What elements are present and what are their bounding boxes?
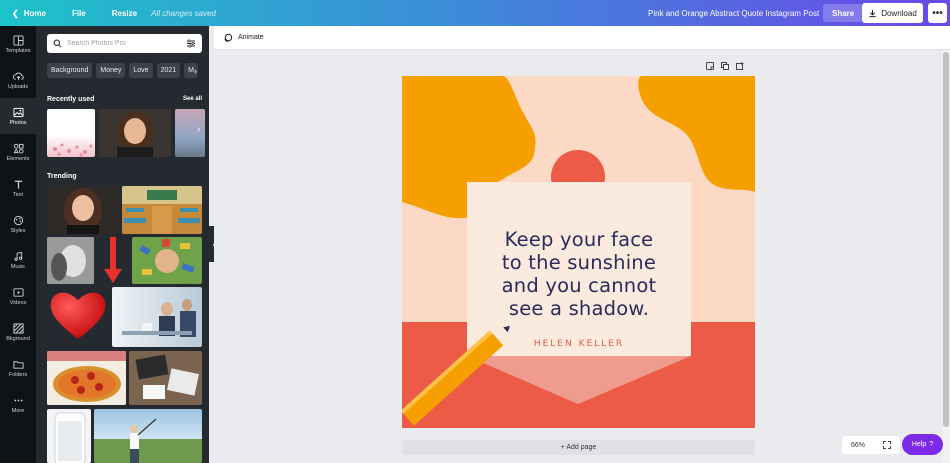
text-icon xyxy=(14,180,22,189)
quote-author[interactable]: HELEN KELLER xyxy=(467,339,691,349)
rail-item-templates[interactable]: Templates xyxy=(0,26,36,62)
red-heart-image[interactable] xyxy=(47,287,109,342)
filter-icon[interactable] xyxy=(186,39,196,48)
chip-2021[interactable]: 2021 xyxy=(156,63,181,78)
add-page-icon[interactable] xyxy=(736,62,744,70)
hands-circle-image xyxy=(139,239,195,275)
rail-item-styles[interactable]: Styles xyxy=(0,206,36,242)
photo-thumbnail[interactable] xyxy=(47,351,126,405)
zoom-level[interactable]: 66% xyxy=(851,442,865,449)
page-tools xyxy=(706,62,744,70)
desk-laptop-image xyxy=(129,351,202,405)
rail-item-uploads[interactable]: Uploads xyxy=(0,62,36,98)
add-page-button[interactable]: + Add page xyxy=(402,440,755,455)
woman-portrait-image xyxy=(117,111,153,157)
download-icon xyxy=(869,9,876,17)
keyword-chips: Background Money Love 2021 M xyxy=(47,63,198,78)
photo-thumbnail[interactable] xyxy=(122,186,202,234)
duplicate-page-icon[interactable] xyxy=(721,62,729,70)
left-rail: Templates Uploads Photos Elements Text S… xyxy=(0,26,36,463)
rail-item-elements[interactable]: Elements xyxy=(0,134,36,170)
templates-icon xyxy=(12,34,24,46)
recently-used-heading: Recently used xyxy=(47,96,95,103)
styles-icon xyxy=(13,215,23,225)
photo-thumbnail[interactable] xyxy=(94,409,202,463)
home-button[interactable]: ❮ Home xyxy=(12,9,46,18)
background-icon xyxy=(12,322,24,334)
uploads-icon xyxy=(12,72,24,80)
more-icon xyxy=(13,399,23,401)
help-button[interactable]: Help ? xyxy=(902,434,943,455)
rail-item-videos[interactable]: Videos xyxy=(0,278,36,314)
arrow-down-image[interactable] xyxy=(102,237,124,284)
music-icon xyxy=(13,251,22,261)
top-bar: ❮ Home File Resize All changes saved Pin… xyxy=(0,0,950,26)
bw-portrait-image xyxy=(47,237,94,284)
quote-text[interactable]: Keep your face to the sunshine and you c… xyxy=(467,228,691,320)
more-options-button[interactable]: ••• xyxy=(928,3,947,23)
quote-line: to the sunshine xyxy=(501,251,657,274)
note-icon[interactable] xyxy=(706,62,714,70)
rail-item-text[interactable]: Text xyxy=(0,170,36,206)
photo-thumbnail[interactable] xyxy=(47,186,119,234)
elements-icon xyxy=(13,143,24,154)
pizza-image xyxy=(47,351,126,405)
chip-love[interactable]: Love xyxy=(129,63,153,78)
rail-item-background[interactable]: Bkground xyxy=(0,314,36,350)
photos-panel: Background Money Love 2021 M › Recently … xyxy=(36,26,209,463)
share-button[interactable]: Share xyxy=(823,4,864,22)
quote-line: Keep your face xyxy=(504,228,654,251)
download-button[interactable]: Download xyxy=(862,3,923,23)
folders-icon xyxy=(12,360,24,369)
search-input[interactable] xyxy=(67,40,181,47)
vertical-scrollbar[interactable] xyxy=(942,50,950,463)
photo-thumbnail[interactable] xyxy=(112,287,202,347)
videos-icon xyxy=(12,287,24,297)
question-icon: ? xyxy=(929,441,934,448)
quote-line: and you cannot xyxy=(501,274,657,297)
photo-thumbnail[interactable] xyxy=(129,351,202,405)
chevron-right-icon[interactable]: › xyxy=(194,63,204,78)
chip-money[interactable]: Money xyxy=(96,63,126,78)
quote-line: see a shadow. xyxy=(508,297,650,320)
rail-item-more[interactable]: More xyxy=(0,386,36,422)
photo-thumbnail[interactable] xyxy=(47,109,95,157)
woman-smiling-image xyxy=(64,188,102,234)
phone-mockup-image xyxy=(54,412,86,463)
file-menu[interactable]: File xyxy=(72,9,86,18)
photo-thumbnail[interactable] xyxy=(132,237,202,284)
petals-image xyxy=(53,143,93,157)
business-meeting-image xyxy=(122,299,196,337)
see-all-link[interactable]: See all xyxy=(183,96,202,102)
scrollbar-thumb[interactable] xyxy=(943,52,949,427)
editor-toolbar: Animate xyxy=(214,26,950,50)
photo-thumbnail[interactable] xyxy=(47,409,91,463)
fullscreen-icon[interactable] xyxy=(882,441,891,449)
rail-item-music[interactable]: Music xyxy=(0,242,36,278)
golfer-image xyxy=(130,418,157,463)
photo-thumbnail[interactable] xyxy=(175,109,205,157)
document-title[interactable]: Pink and Orange Abstract Quote Instagram… xyxy=(648,9,819,18)
trending-heading: Trending xyxy=(47,173,77,180)
chevron-right-icon[interactable]: › xyxy=(197,124,200,135)
search-icon xyxy=(53,39,62,48)
classroom-image xyxy=(122,186,202,234)
photos-icon xyxy=(12,107,24,117)
zoom-control: 66% xyxy=(842,436,900,454)
photo-thumbnail[interactable] xyxy=(47,237,94,284)
rail-item-photos[interactable]: Photos xyxy=(0,98,36,134)
chevron-left-icon: ❮ xyxy=(12,8,19,18)
animate-button[interactable]: Animate xyxy=(238,34,264,41)
chip-background[interactable]: Background xyxy=(47,63,93,78)
resize-menu[interactable]: Resize xyxy=(112,9,137,18)
animate-icon xyxy=(224,33,233,42)
rail-item-folders[interactable]: Folders xyxy=(0,350,36,386)
photo-thumbnail[interactable] xyxy=(99,109,171,157)
save-status: All changes saved xyxy=(151,8,217,18)
search-box[interactable] xyxy=(47,34,202,53)
